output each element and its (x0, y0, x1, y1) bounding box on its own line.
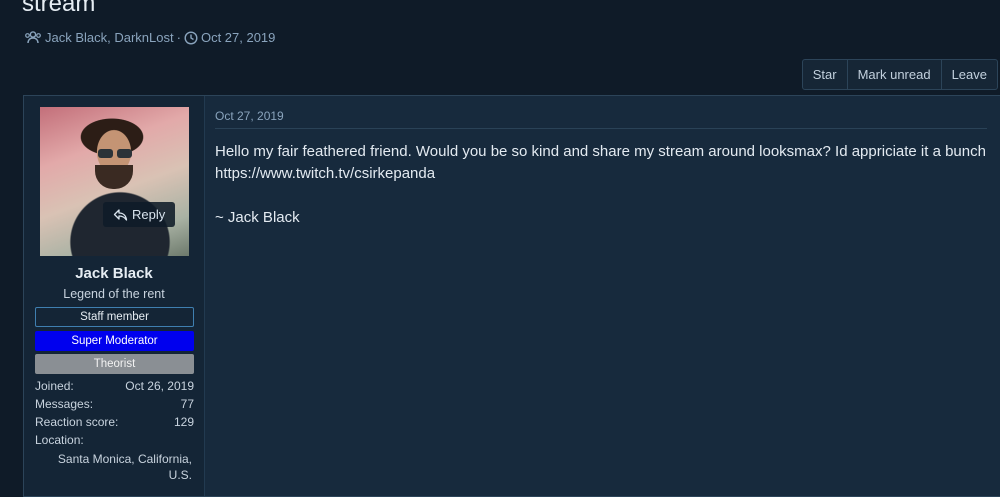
users-icon (24, 31, 42, 44)
thread-actions: Star Mark unread Leave (801, 59, 998, 90)
reply-label: Reply (132, 207, 166, 222)
reply-icon (113, 208, 128, 221)
avatar[interactable]: Reply (40, 107, 189, 256)
post-body: Hello my fair feathered friend. Would yo… (215, 141, 995, 229)
stat-label: Location: (35, 433, 84, 447)
stat-value: Oct 26, 2019 (125, 379, 194, 393)
stat-value: 129 (173, 415, 194, 429)
thread-meta: Jack Black, DarknLost · Oct 27, 2019 (24, 30, 275, 45)
stat-reaction-score: Reaction score: 129 (35, 413, 194, 431)
super-moderator-banner: Super Moderator (35, 331, 194, 351)
message: Reply Jack Black Legend of the rent Staf… (23, 95, 1000, 497)
stat-messages: Messages: 77 (35, 395, 194, 413)
user-title: Legend of the rent (63, 287, 165, 301)
star-button[interactable]: Star (803, 60, 847, 89)
username[interactable]: Jack Black (24, 265, 204, 282)
stat-joined: Joined: Oct 26, 2019 (35, 377, 194, 395)
stat-location: Location: (35, 431, 194, 449)
clock-icon (184, 30, 198, 45)
stat-value[interactable]: 77 (181, 395, 194, 413)
avatar-detail (98, 149, 113, 158)
post-text: Hello my fair feathered friend. Would yo… (215, 143, 986, 182)
post-signature: ~ Jack Black (215, 209, 300, 226)
theorist-banner: Theorist (35, 354, 194, 374)
stat-label: Messages: (35, 397, 94, 411)
participants-link[interactable]: Jack Black, DarknLost (45, 30, 174, 45)
divider (215, 128, 987, 129)
post-date[interactable]: Oct 27, 2019 (215, 109, 284, 123)
staff-banner: Staff member (35, 307, 194, 327)
leave-button[interactable]: Leave (940, 60, 997, 89)
mark-unread-button[interactable]: Mark unread (846, 60, 941, 89)
meta-separator: · (176, 30, 181, 45)
reply-button[interactable]: Reply (103, 202, 176, 227)
thread-title: stream (22, 0, 96, 17)
thread-date-link[interactable]: Oct 27, 2019 (201, 30, 275, 45)
avatar-detail (95, 165, 133, 189)
avatar-detail (117, 149, 132, 158)
stat-label: Joined: (35, 379, 74, 393)
message-main: Oct 27, 2019 Hello my fair feathered fri… (204, 96, 1000, 496)
user-stats: Joined: Oct 26, 2019 Messages: 77 Reacti… (35, 377, 194, 483)
message-user-panel: Reply Jack Black Legend of the rent Staf… (24, 96, 205, 496)
stat-label: Reaction score: (35, 415, 119, 429)
stat-location-value[interactable]: Santa Monica, California, U.S. (35, 451, 194, 483)
